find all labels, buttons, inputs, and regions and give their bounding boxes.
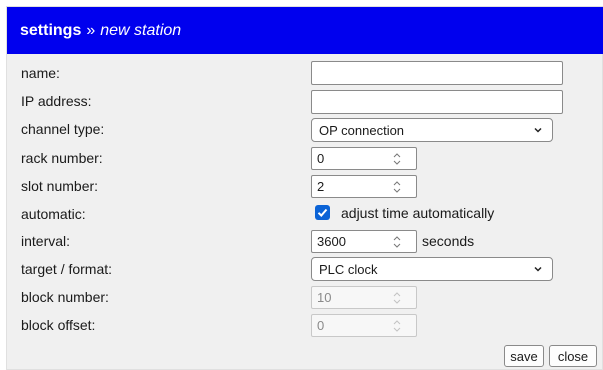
checkmark-icon <box>317 208 328 217</box>
target-format-value: PLC clock <box>319 261 378 277</box>
interval-stepper[interactable]: 3600 <box>311 230 417 253</box>
rack-number-label: rack number: <box>21 150 103 166</box>
chevron-down-icon <box>534 266 542 272</box>
name-input[interactable] <box>311 61 563 85</box>
chevron-down-icon <box>534 127 542 133</box>
spin-arrows-icon <box>393 320 401 332</box>
target-format-label: target / format: <box>21 261 113 277</box>
adjust-time-checkbox[interactable] <box>315 205 330 220</box>
interval-unit-label: seconds <box>422 233 475 249</box>
slot-number-label: slot number: <box>21 178 99 194</box>
dialog-title-bar: settings » new station <box>7 7 603 54</box>
adjust-time-label[interactable]: adjust time automatically <box>341 204 494 222</box>
dialog-title: settings <box>20 21 82 39</box>
name-label: name: <box>21 65 60 81</box>
slot-number-stepper[interactable]: 2 <box>311 175 417 198</box>
spin-arrows-icon[interactable] <box>392 235 402 249</box>
ip-address-label: IP address: <box>21 93 92 109</box>
channel-type-select[interactable]: OP connection <box>311 118 553 142</box>
block-number-label: block number: <box>21 289 109 305</box>
block-offset-value: 0 <box>317 318 325 333</box>
block-number-stepper: 10 <box>311 286 417 309</box>
block-offset-stepper: 0 <box>311 314 417 337</box>
channel-type-label: channel type: <box>21 121 105 137</box>
spin-arrows-icon[interactable] <box>392 180 402 194</box>
spin-arrows-icon[interactable] <box>392 152 402 166</box>
ip-address-input[interactable] <box>311 90 563 114</box>
target-format-select[interactable]: PLC clock <box>311 257 553 281</box>
title-separator: » <box>86 21 96 39</box>
channel-type-value: OP connection <box>319 122 405 138</box>
interval-label: interval: <box>21 233 71 249</box>
block-number-value: 10 <box>317 290 332 305</box>
dialog-subtitle: new station <box>100 21 182 39</box>
slot-number-value: 2 <box>317 179 325 194</box>
save-button[interactable]: save <box>504 345 544 367</box>
spin-arrows-icon <box>393 292 401 304</box>
rack-number-stepper[interactable]: 0 <box>311 147 417 170</box>
automatic-label: automatic: <box>21 206 86 222</box>
settings-dialog: settings » new station name: IP address:… <box>6 6 603 370</box>
block-offset-label: block offset: <box>21 317 96 333</box>
close-button[interactable]: close <box>549 345 597 367</box>
rack-number-value: 0 <box>317 151 325 166</box>
interval-value: 3600 <box>317 234 346 249</box>
